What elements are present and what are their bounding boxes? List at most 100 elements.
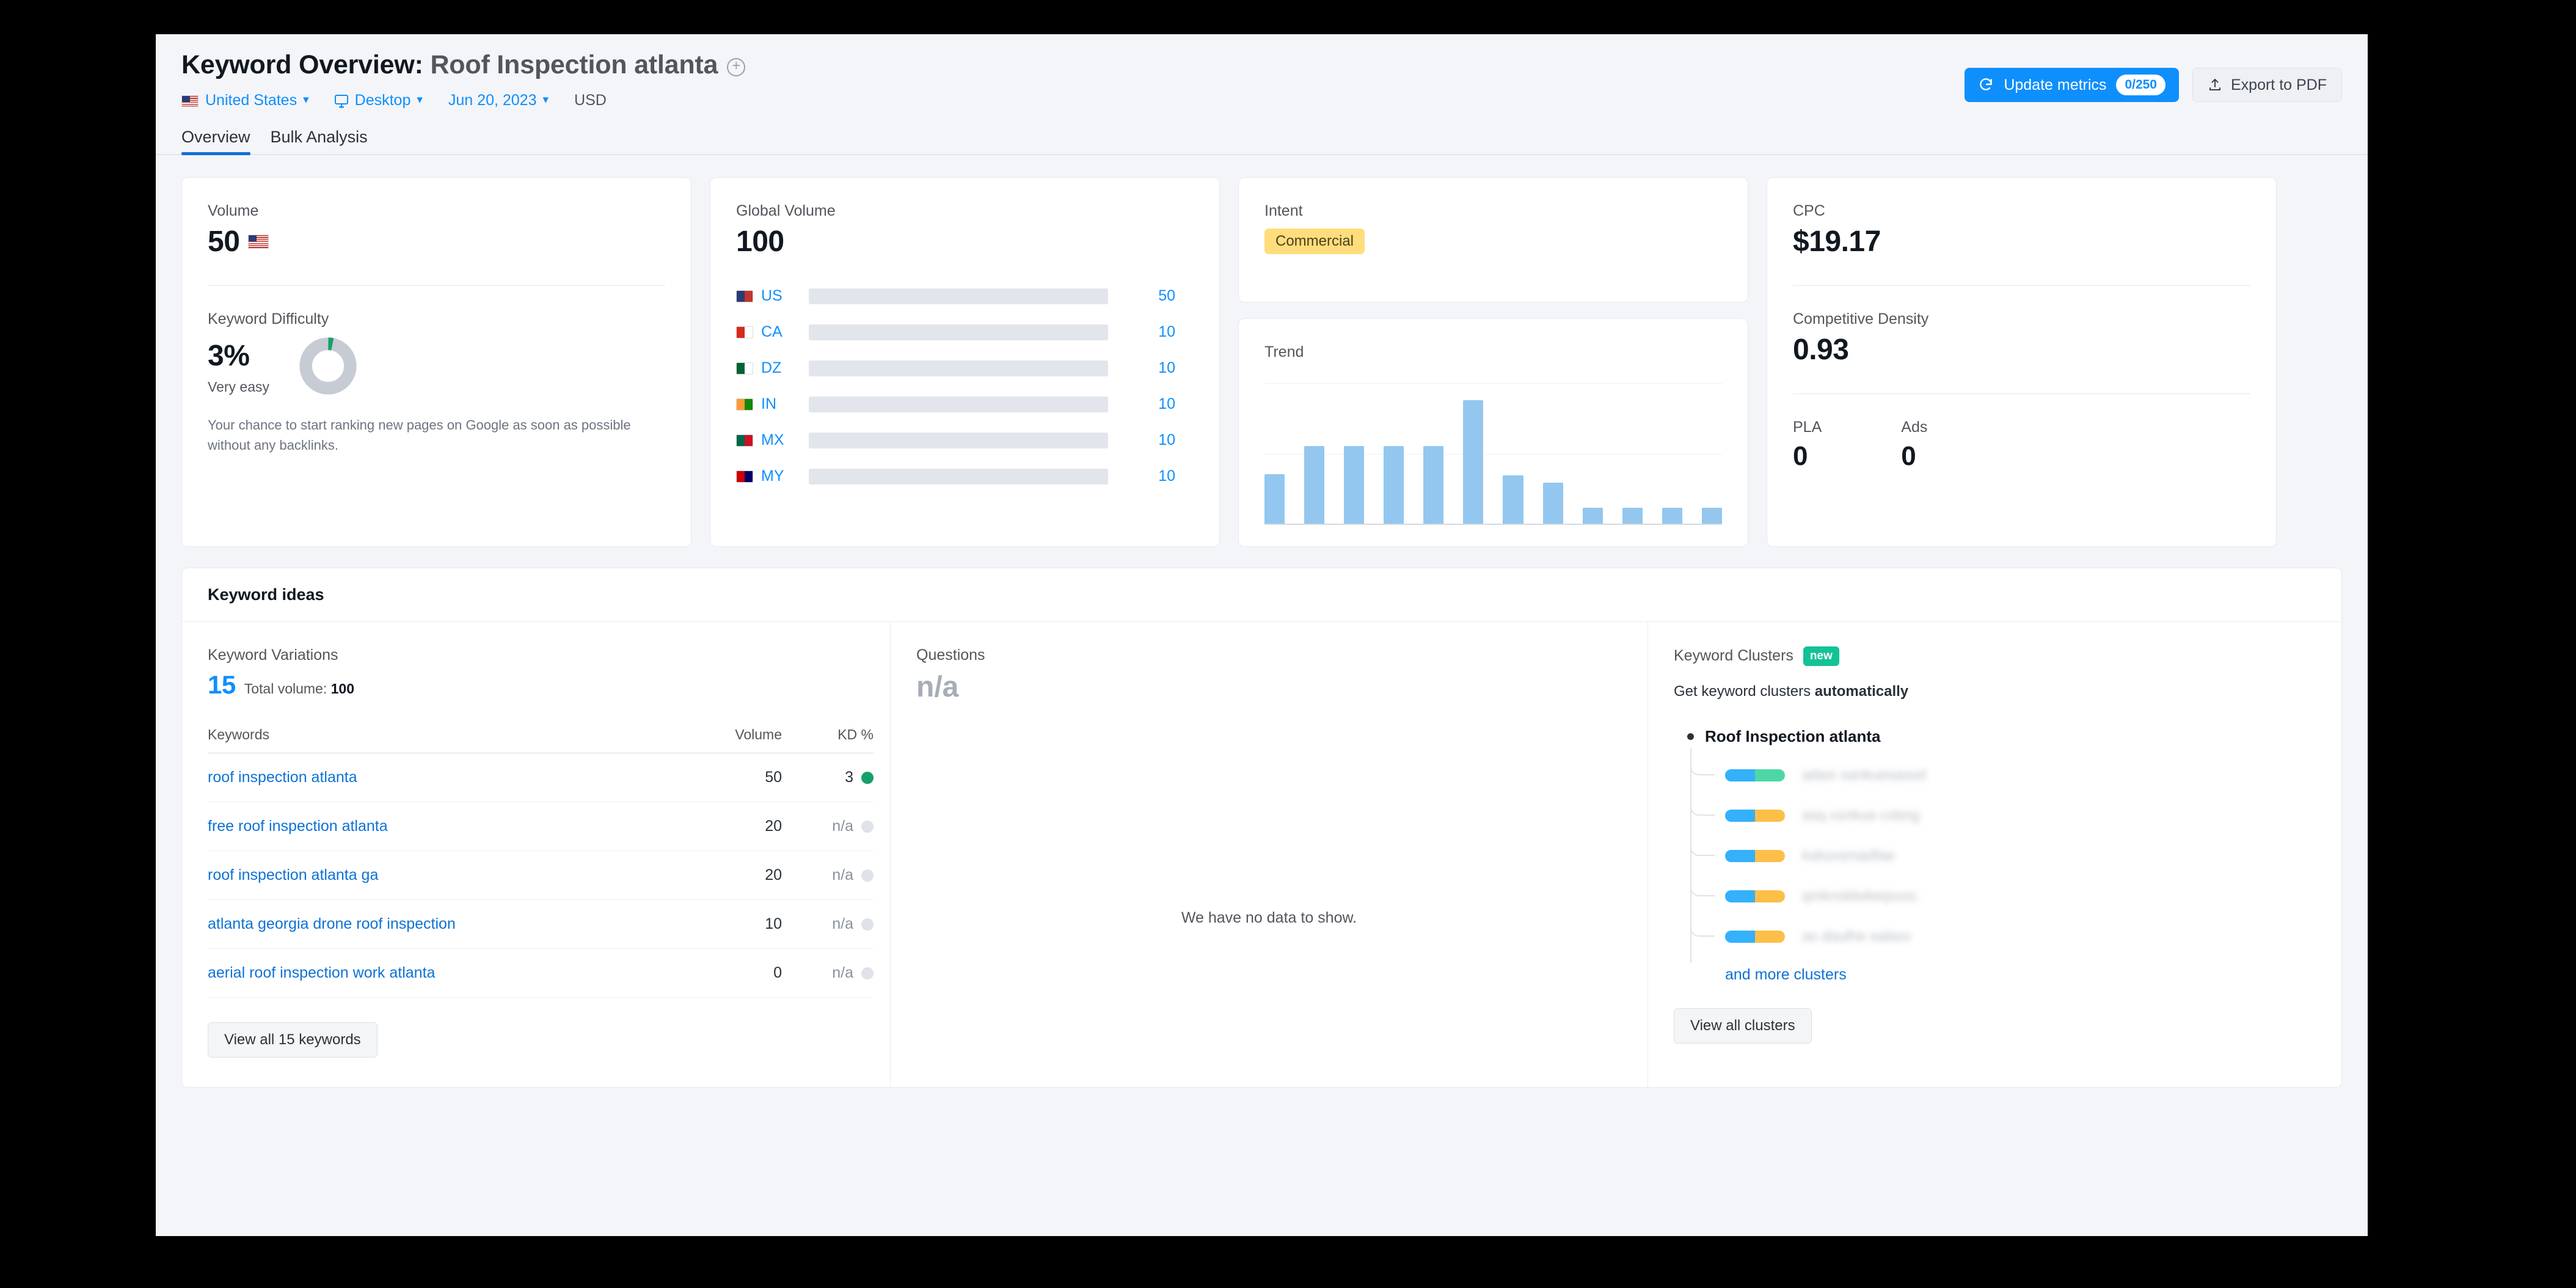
tab-overview[interactable]: Overview [181,128,250,155]
country-code[interactable]: MX [761,431,809,449]
keyword-kd-cell: n/a [782,899,874,949]
kd-value: 3% [208,340,250,372]
cluster-item[interactable]: asq xsnkue cxbng [1687,804,2316,827]
ads-label: Ads [1901,419,1928,436]
keyword-kd-cell: n/a [782,851,874,900]
keyword-variations-label: Keyword Variations [208,646,338,664]
trend-bar [1384,445,1404,524]
global-volume-value: 100 [736,225,784,258]
chevron-down-icon: ▾ [417,93,423,106]
keyword-clusters-label: Keyword Clusters [1674,647,1793,665]
flag-us-icon [181,95,199,107]
trend-bar [1662,507,1682,524]
export-pdf-button[interactable]: Export to PDF [2192,68,2342,102]
kd-status-dot [861,869,874,882]
country-code[interactable]: IN [761,395,809,413]
global-volume-row: IN 10 [736,386,1194,422]
country-code[interactable]: MY [761,467,809,485]
column-header-keywords[interactable]: Keywords [208,726,691,753]
flag-dz-icon [736,362,753,375]
keyword-variations-table: Keywords Volume KD % roof inspection atl… [208,726,874,998]
flag-in-icon [736,398,753,411]
country-code[interactable]: US [761,287,809,305]
pla-label: PLA [1793,419,1822,436]
cpc-card: CPC $19.17 Competitive Density 0.93 PLA … [1767,177,2277,547]
page-header: Keyword Overview: Roof Inspection atlant… [156,34,2368,109]
view-all-clusters-button[interactable]: View all clusters [1674,1008,1812,1044]
trend-bar [1423,445,1444,524]
chevron-down-icon: ▾ [303,93,309,106]
questions-label: Questions [916,646,985,664]
country-volume: 50 [1158,287,1175,304]
country-volume: 10 [1158,359,1175,376]
volume-bar-track [809,468,1108,485]
update-metrics-button[interactable]: Update metrics 0/250 [1965,68,2179,102]
and-more-clusters-link[interactable]: and more clusters [1687,966,2316,984]
flag-my-icon [736,470,753,483]
cluster-item[interactable]: ksksxsmadfae [1687,844,2316,867]
cluster-item[interactable]: qmknsklwlwqsxxc [1687,885,2316,907]
tab-bulk-analysis[interactable]: Bulk Analysis [271,128,368,155]
table-row: atlanta georgia drone roof inspection 10 n… [208,899,874,949]
cluster-root-label: Roof Inspection atlanta [1705,726,1881,745]
trend-bar [1622,507,1643,524]
app-page: Keyword Overview: Roof Inspection atlant… [156,34,2368,1236]
keyword-kd-value: n/a [832,818,853,835]
tree-elbow-icon [1690,844,1715,856]
cluster-item-label: ksksxsmadfae [1802,847,1896,864]
cluster-item[interactable]: as daulhe salasx [1687,925,2316,948]
column-header-volume[interactable]: Volume [690,726,782,753]
country-filter[interactable]: United States ▾ [181,92,309,109]
keyword-link[interactable]: aerial roof inspection work atlanta [208,948,691,998]
keyword-link[interactable]: atlanta georgia drone roof inspection [208,899,691,949]
ads-value: 0 [1901,441,1916,471]
keyword-volume: 20 [690,802,782,851]
kd-status-dot [861,820,874,833]
clusters-subtitle-bold: automatically [1814,682,1909,700]
trend-bar [1463,400,1484,524]
country-volume: 10 [1158,431,1175,448]
cluster-item-label: asq xsnkue cxbng [1802,807,1920,824]
competitive-density-label: Competitive Density [1793,310,1929,327]
country-volume: 10 [1158,395,1175,412]
divider [1793,285,2250,286]
currency-label: USD [574,92,607,109]
keyword-volume: 10 [690,899,782,949]
view-all-keywords-button[interactable]: View all 15 keywords [208,1022,378,1058]
trend-bar [1701,507,1722,524]
plus-circle-icon[interactable]: + [727,57,746,76]
total-volume-value: 100 [330,681,354,697]
keyword-volume: 20 [690,851,782,900]
device-filter[interactable]: Desktop ▾ [334,92,423,109]
volume-value: 50 [208,225,240,258]
global-volume-row: CA 10 [736,314,1194,350]
keyword-link[interactable]: roof inspection atlanta [208,753,691,802]
volume-bar-track [809,360,1108,376]
keyword-link[interactable]: free roof inspection atlanta [208,802,691,851]
table-header-row: Keywords Volume KD % [208,726,874,753]
country-code[interactable]: CA [761,323,809,341]
trend-bar [1582,507,1603,524]
tree-elbow-icon [1690,804,1715,816]
cluster-item[interactable]: adws sankuesasxd [1687,764,2316,786]
country-code[interactable]: DZ [761,359,809,377]
keyword-link[interactable]: roof inspection atlanta ga [208,851,691,900]
table-row: roof inspection atlanta 50 3 [208,753,874,802]
trend-bar [1344,445,1365,524]
date-filter[interactable]: Jun 20, 2023 ▾ [448,92,549,109]
flag-us-icon [736,290,753,302]
global-volume-card: Global Volume 100 US 50 CA 10 DZ 10 IN 10 MX 10 MY… [710,177,1220,547]
kd-label: Keyword Difficulty [208,310,329,327]
global-volume-row: DZ 10 [736,350,1194,386]
tree-elbow-icon [1690,764,1715,775]
cluster-mini-bar [1725,769,1785,781]
keyword-variations-section: Keyword Variations 15 Total volume: 100 … [182,622,891,1087]
trend-chart [1264,383,1722,525]
cpc-value: $19.17 [1793,225,1881,258]
column-header-kd[interactable]: KD % [782,726,874,753]
cluster-mini-bar [1725,809,1785,822]
trend-bar [1304,445,1325,524]
intent-badge: Commercial [1264,229,1365,254]
trend-bars [1264,383,1722,524]
cluster-item-label: adws sankuesasxd [1802,766,1926,783]
